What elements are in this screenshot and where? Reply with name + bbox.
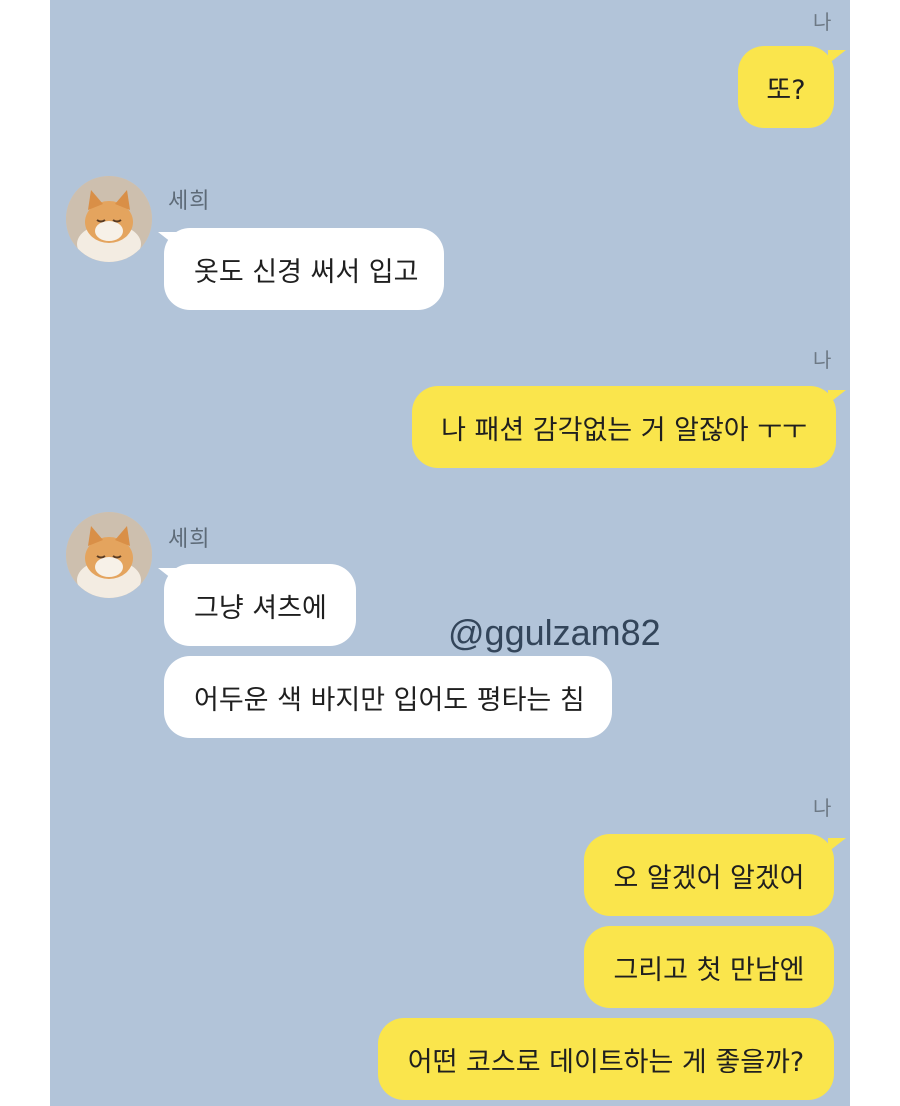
my-message-bubble[interactable]: 오 알겠어 알겠어 [584, 834, 834, 916]
cat-photo-avatar-icon [66, 512, 152, 598]
chat-area[interactable]: 나 또? 세희 옷도 신경 써서 입고 나 나 패션 감각없는 거 알잖아 ㅜㅜ [50, 0, 850, 1106]
message-text: 그리고 첫 만남엔 [613, 954, 805, 986]
my-message-bubble[interactable]: 그리고 첫 만남엔 [584, 926, 834, 1008]
message-text: 어떤 코스로 데이트하는 게 좋을까? [407, 1046, 805, 1078]
cat-photo-avatar-icon [66, 176, 152, 262]
message-text: 나 패션 감각없는 거 알잖아 ㅜㅜ [441, 414, 807, 446]
my-message-bubble[interactable]: 어떤 코스로 데이트하는 게 좋을까? [378, 1018, 834, 1100]
my-name-label: 나 [813, 348, 833, 372]
other-message-bubble[interactable]: 그냥 셔츠에 [164, 564, 356, 646]
other-message-bubble[interactable]: 옷도 신경 써서 입고 [164, 228, 444, 310]
sender-name: 세희 [168, 189, 211, 214]
my-name-label: 나 [813, 796, 833, 820]
sender-name: 세희 [168, 527, 211, 552]
message-text: 오 알겠어 알겠어 [613, 862, 805, 894]
my-message-bubble[interactable]: 또? [738, 46, 834, 128]
avatar[interactable] [66, 176, 152, 262]
message-text: 옷도 신경 써서 입고 [194, 256, 419, 288]
message-text: 또? [766, 74, 806, 106]
my-name-label: 나 [813, 10, 833, 34]
watermark: @ggulzam82 [448, 612, 661, 653]
other-message-bubble[interactable]: 어두운 색 바지만 입어도 평타는 침 [164, 656, 612, 738]
my-message-bubble[interactable]: 나 패션 감각없는 거 알잖아 ㅜㅜ [412, 386, 836, 468]
message-text: 그냥 셔츠에 [194, 592, 327, 624]
avatar[interactable] [66, 512, 152, 598]
message-text: 어두운 색 바지만 입어도 평타는 침 [194, 684, 585, 716]
